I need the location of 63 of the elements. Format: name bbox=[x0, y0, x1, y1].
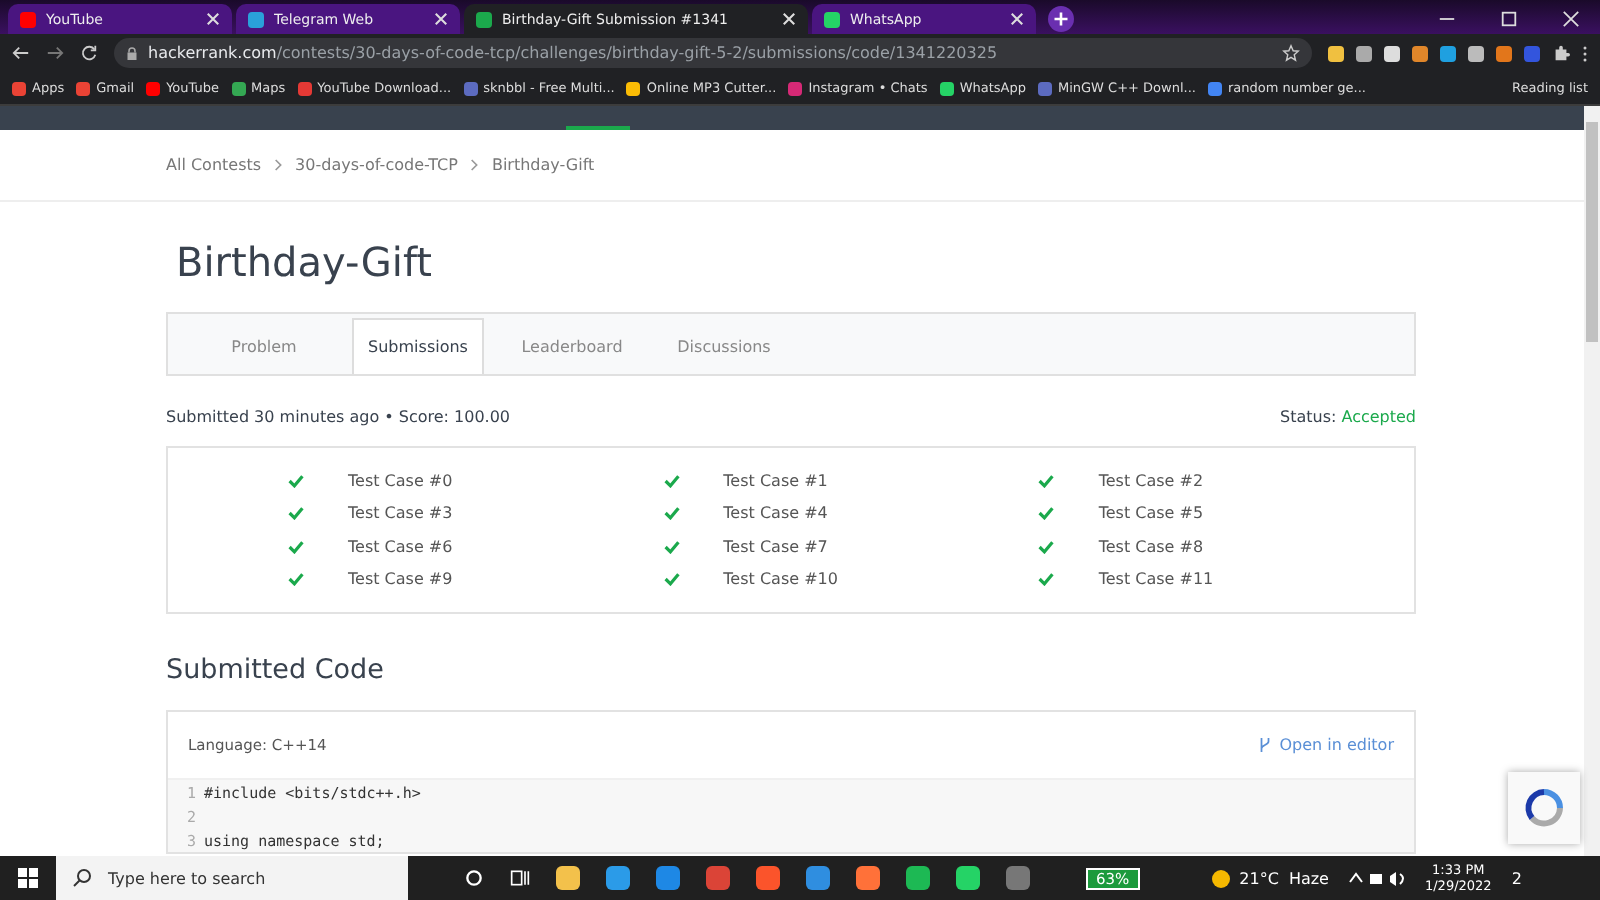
branch-icon bbox=[1257, 736, 1272, 754]
test-case-label: Test Case #3 bbox=[348, 504, 453, 523]
temperature: 21°C bbox=[1239, 869, 1279, 887]
breadcrumb-link[interactable]: 30-days-of-code-TCP bbox=[295, 156, 458, 174]
cortana-icon[interactable] bbox=[464, 868, 484, 888]
test-case-label: Test Case #0 bbox=[348, 471, 453, 490]
test-case-label: Test Case #9 bbox=[348, 570, 453, 589]
challenge-title: Birthday-Gift bbox=[176, 236, 434, 290]
windows-start-icon[interactable] bbox=[18, 868, 38, 888]
search-icon bbox=[72, 868, 92, 888]
menu-icon[interactable] bbox=[1582, 43, 1588, 63]
taskbar-app-icon[interactable] bbox=[556, 866, 580, 890]
taskbar-app-icon[interactable] bbox=[906, 866, 930, 890]
scrollbar[interactable] bbox=[1584, 106, 1600, 856]
taskbar-app-icon[interactable] bbox=[756, 866, 780, 890]
test-case-label: Test Case #6 bbox=[348, 537, 453, 556]
test-case-label: Test Case #10 bbox=[723, 570, 838, 589]
site-icon bbox=[824, 11, 840, 27]
taskbar-app-icon[interactable] bbox=[956, 866, 980, 890]
star-icon[interactable] bbox=[1282, 44, 1300, 62]
forward-arrow-icon[interactable] bbox=[46, 44, 64, 62]
test-case-label: Test Case #2 bbox=[1098, 471, 1204, 490]
test-case-label: Test Case #8 bbox=[1098, 537, 1204, 556]
test-case-label: Test Case #5 bbox=[1098, 504, 1204, 523]
site-icon bbox=[20, 11, 36, 27]
back-arrow-icon[interactable] bbox=[12, 44, 30, 62]
chevron-icon bbox=[273, 158, 284, 172]
close-icon[interactable] bbox=[782, 12, 796, 26]
new-tab-icon[interactable] bbox=[1048, 6, 1074, 32]
section-heading: Submitted Code bbox=[166, 654, 386, 690]
weather-text: Haze bbox=[1288, 869, 1329, 887]
system-tray-icon[interactable] bbox=[1348, 868, 1409, 888]
taskbar-app-icon[interactable] bbox=[856, 866, 880, 890]
tab[interactable]: Submissions bbox=[352, 318, 484, 374]
close-icon[interactable] bbox=[434, 12, 448, 26]
notification-badge[interactable]: 2 bbox=[1511, 869, 1522, 887]
site-icon bbox=[476, 11, 492, 27]
close-icon[interactable] bbox=[206, 12, 220, 26]
chevron-icon bbox=[469, 158, 480, 172]
site-icon bbox=[248, 11, 264, 27]
maximize-icon[interactable] bbox=[1500, 10, 1518, 28]
status-text: Status: Accepted bbox=[1280, 408, 1416, 426]
test-case-label: Test Case #11 bbox=[1098, 570, 1214, 589]
weather-icon bbox=[1211, 869, 1230, 887]
close-icon[interactable] bbox=[1562, 10, 1580, 28]
breadcrumb-link[interactable]: All Contests bbox=[166, 156, 262, 174]
lock-icon[interactable] bbox=[126, 45, 138, 61]
breadcrumb-link[interactable]: Birthday-Gift bbox=[491, 156, 595, 174]
submission-info: Submitted 30 minutes ago • Score: 100.00 bbox=[166, 408, 511, 426]
recaptcha-badge bbox=[1508, 772, 1580, 844]
taskbar-search-field[interactable]: Type here to search bbox=[56, 856, 408, 900]
taskbar-app-icon[interactable] bbox=[806, 866, 830, 890]
test-case-label: Test Case #1 bbox=[723, 471, 828, 490]
taskbar-app-icon[interactable] bbox=[606, 866, 630, 890]
task-view-icon[interactable] bbox=[510, 868, 530, 888]
puzzle-icon[interactable] bbox=[1552, 44, 1570, 62]
taskbar-app-icon[interactable] bbox=[656, 866, 680, 890]
address-bar[interactable]: hackerrank.com/contests/30-days-of-code-tcp/challenges/birthday-gift-5-2/submissions/code/1341220325 bbox=[114, 38, 1312, 68]
reload-icon[interactable] bbox=[80, 44, 98, 62]
close-icon[interactable] bbox=[1010, 12, 1024, 26]
active-nav-indicator bbox=[566, 126, 630, 130]
test-case-label: Test Case #4 bbox=[723, 504, 828, 523]
test-case-label: Test Case #7 bbox=[723, 537, 828, 556]
